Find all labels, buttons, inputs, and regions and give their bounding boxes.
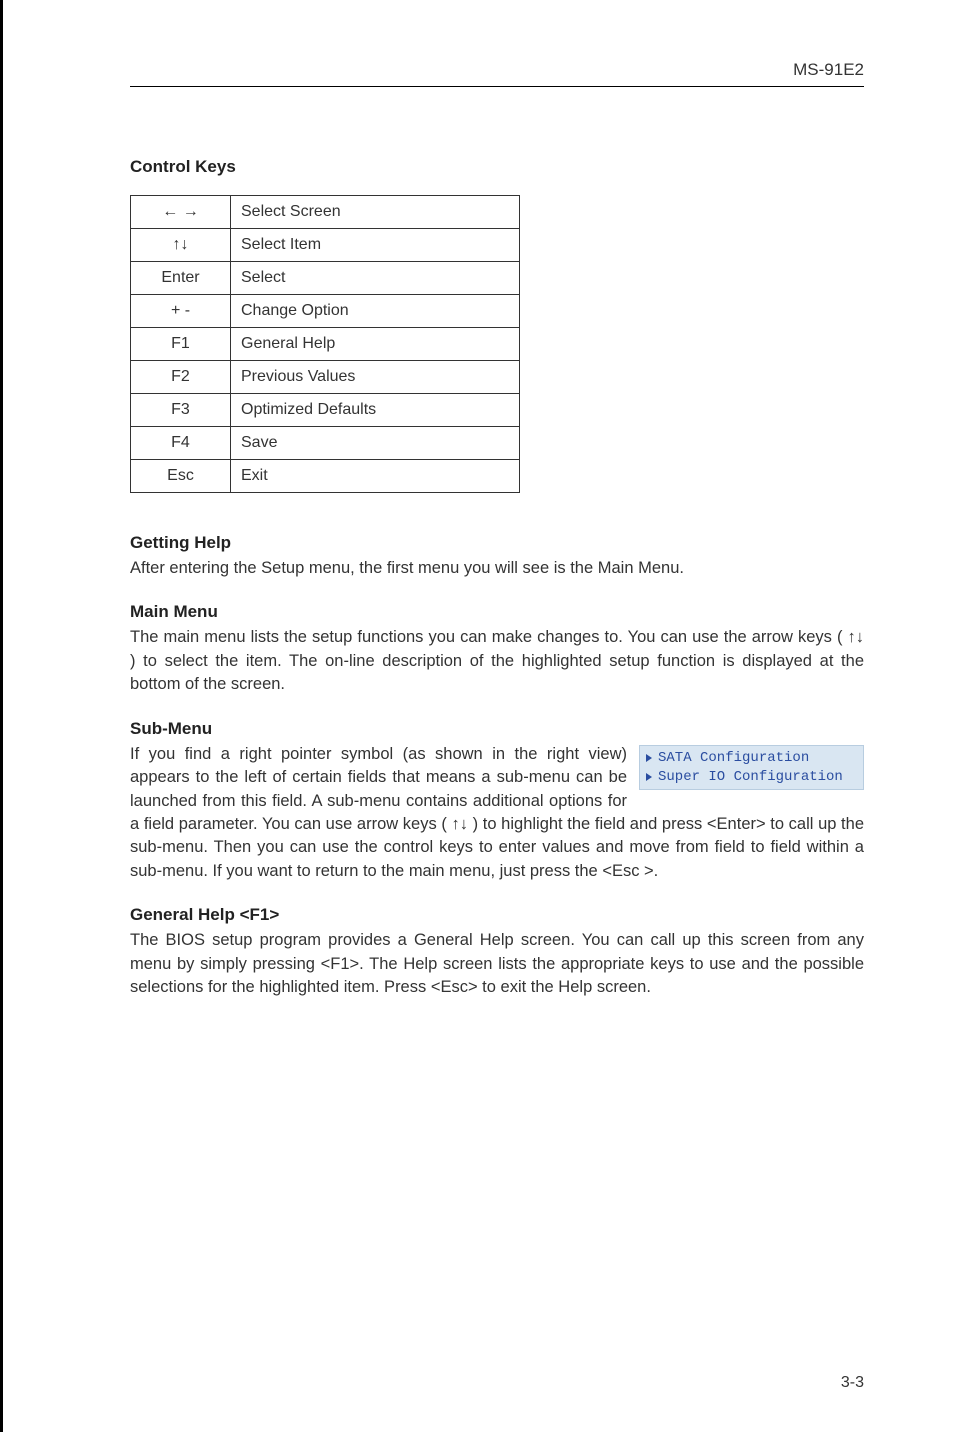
control-keys-table: ← → Select Screen ↑↓ Select Item Enter S… [130, 195, 520, 493]
header-bar: MS-91E2 [130, 60, 864, 87]
key-cell: F3 [131, 394, 231, 427]
getting-help-section: Getting Help After entering the Setup me… [130, 533, 864, 580]
table-row: + - Change Option [131, 295, 520, 328]
pointer-icon [646, 773, 652, 781]
sub-menu-text: SATA Configuration Super IO Configuratio… [130, 743, 864, 884]
table-row: Enter Select [131, 262, 520, 295]
model-label: MS-91E2 [793, 60, 864, 79]
key-cell: F4 [131, 427, 231, 460]
desc-cell: Optimized Defaults [231, 394, 520, 427]
desc-cell: General Help [231, 328, 520, 361]
desc-cell: Previous Values [231, 361, 520, 394]
general-help-section: General Help <F1> The BIOS setup program… [130, 905, 864, 999]
key-cell: Enter [131, 262, 231, 295]
desc-cell: Save [231, 427, 520, 460]
general-help-text: The BIOS setup program provides a Genera… [130, 929, 864, 999]
sub-menu-section: Sub-Menu SATA Configuration Super IO Con… [130, 719, 864, 884]
main-menu-text: The main menu lists the setup functions … [130, 626, 864, 696]
desc-cell: Select Item [231, 229, 520, 262]
desc-cell: Select [231, 262, 520, 295]
table-row: F4 Save [131, 427, 520, 460]
inset-line1: SATA Configuration [658, 749, 809, 768]
inset-line2: Super IO Configuration [658, 768, 843, 787]
key-cell: F1 [131, 328, 231, 361]
general-help-title: General Help <F1> [130, 905, 864, 925]
page-number: 3-3 [841, 1374, 864, 1392]
desc-cell: Select Screen [231, 196, 520, 229]
table-row: Esc Exit [131, 460, 520, 493]
table-row: F3 Optimized Defaults [131, 394, 520, 427]
getting-help-title: Getting Help [130, 533, 864, 553]
key-cell: Esc [131, 460, 231, 493]
sub-menu-title: Sub-Menu [130, 719, 864, 739]
key-cell: F2 [131, 361, 231, 394]
page-container: MS-91E2 Control Keys ← → Select Screen ↑… [0, 0, 954, 1432]
inset-row: SATA Configuration [646, 749, 857, 768]
key-cell: ← → [131, 196, 231, 229]
control-keys-section: Control Keys ← → Select Screen ↑↓ Select… [130, 157, 864, 493]
desc-cell: Change Option [231, 295, 520, 328]
main-menu-section: Main Menu The main menu lists the setup … [130, 602, 864, 696]
table-row: F1 General Help [131, 328, 520, 361]
desc-cell: Exit [231, 460, 520, 493]
table-row: F2 Previous Values [131, 361, 520, 394]
control-keys-title: Control Keys [130, 157, 864, 177]
getting-help-text: After entering the Setup menu, the first… [130, 557, 864, 580]
pointer-icon [646, 754, 652, 762]
sub-menu-inset: SATA Configuration Super IO Configuratio… [639, 745, 864, 791]
inset-row: Super IO Configuration [646, 768, 857, 787]
key-cell: + - [131, 295, 231, 328]
table-row: ← → Select Screen [131, 196, 520, 229]
key-cell: ↑↓ [131, 229, 231, 262]
table-row: ↑↓ Select Item [131, 229, 520, 262]
main-menu-title: Main Menu [130, 602, 864, 622]
